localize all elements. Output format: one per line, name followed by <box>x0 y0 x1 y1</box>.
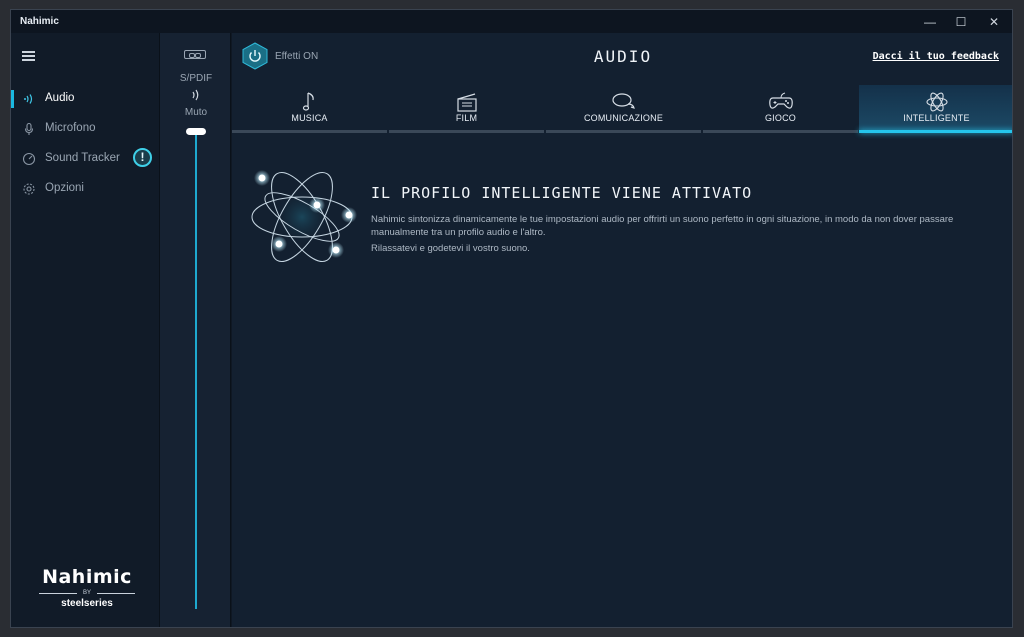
gamepad-icon <box>703 85 858 113</box>
smart-profile-description: Nahimic sintonizza dinamicamente le tue … <box>371 214 954 238</box>
tab-label: GIOCO <box>764 113 796 123</box>
tab-indicator <box>859 130 1012 133</box>
sidebar-item-label: Sound Tracker <box>45 152 120 164</box>
smart-profile-title: IL PROFILO INTELLIGENTE VIENE ATTIVATO <box>371 184 753 202</box>
atom-icon <box>859 85 1012 113</box>
speaker-waves-icon <box>22 92 36 106</box>
spdif-device-icon[interactable] <box>184 50 206 59</box>
tab-label: INTELLIGENTE <box>903 113 970 123</box>
tab-gioco[interactable]: GIOCO <box>703 85 858 133</box>
maximize-button[interactable]: ☐ <box>946 13 976 31</box>
microphone-icon <box>22 122 36 136</box>
sidebar-item-opzioni[interactable]: Opzioni <box>11 178 159 200</box>
tab-musica[interactable]: MUSICA <box>232 85 387 133</box>
feedback-link[interactable]: Dacci il tuo feedback <box>873 51 999 62</box>
sidebar-item-microfono[interactable]: Microfono <box>11 118 159 140</box>
tab-indicator <box>389 130 544 133</box>
volume-slider-track[interactable] <box>195 133 197 609</box>
tab-indicator <box>232 130 387 133</box>
tab-indicator <box>703 130 858 133</box>
sidebar-item-label: Opzioni <box>45 182 84 194</box>
window-title: Nahimic <box>20 16 59 27</box>
clapperboard-icon <box>389 85 544 113</box>
title-bar: Nahimic — ☐ ✕ <box>11 10 1012 33</box>
tab-label: FILM <box>455 113 478 123</box>
sidebar-item-audio[interactable]: Audio <box>11 88 159 110</box>
mute-button[interactable]: Muto <box>160 107 232 118</box>
tab-indicator <box>546 130 701 133</box>
device-panel: S/PDIF Muto <box>159 33 232 627</box>
steelseries-logo: steelseries <box>61 598 113 609</box>
main-panel: Effetti ON AUDIO Dacci il tuo feedback M… <box>232 33 1012 627</box>
minimize-button[interactable]: — <box>915 13 945 31</box>
tab-intelligente[interactable]: INTELLIGENTE <box>859 85 1012 133</box>
radar-icon <box>22 152 36 166</box>
profile-tabs: MUSICA FILM COMUNICAZIONE GIOCO INTELLIG… <box>232 85 1012 133</box>
volume-slider-thumb[interactable] <box>186 128 206 135</box>
sidebar: Audio Microfono Sound Tracker ! Opzioni … <box>11 33 159 627</box>
tab-comunicazione[interactable]: COMUNICAZIONE <box>546 85 701 133</box>
smart-profile-note: Rilassatevi e godetevi il vostro suono. <box>371 243 530 254</box>
hamburger-menu-icon[interactable] <box>22 51 35 61</box>
chat-bubbles-icon <box>546 85 701 113</box>
sidebar-item-label: Microfono <box>45 122 96 134</box>
sidebar-item-sound-tracker[interactable]: Sound Tracker ! <box>11 148 159 170</box>
app-window: Nahimic — ☐ ✕ Audio Microfono Sound Trac… <box>10 9 1013 628</box>
nahimic-logo: Nahimic <box>42 566 132 588</box>
tab-label: MUSICA <box>291 113 328 123</box>
sidebar-item-label: Audio <box>45 92 75 104</box>
brand-logo: Nahimic BY steelseries <box>39 566 135 609</box>
gear-icon <box>22 182 36 196</box>
device-label: S/PDIF <box>179 73 213 84</box>
tab-label: COMUNICAZIONE <box>583 113 664 123</box>
smart-profile-atom-illustration <box>246 161 358 273</box>
tab-film[interactable]: FILM <box>389 85 544 133</box>
sound-tracker-alert-badge[interactable]: ! <box>133 148 152 167</box>
volume-icon[interactable] <box>160 88 232 105</box>
music-note-icon <box>232 85 387 113</box>
brand-by: BY <box>39 590 135 596</box>
close-button[interactable]: ✕ <box>979 13 1009 31</box>
